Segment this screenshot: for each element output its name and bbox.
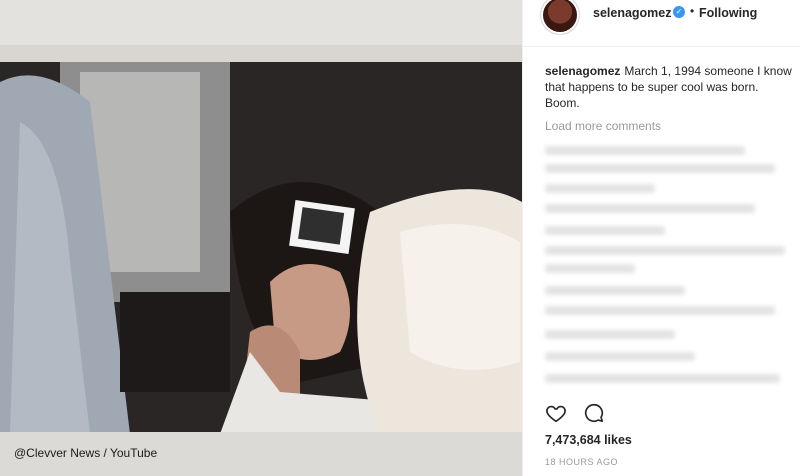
blurred-comment-line bbox=[545, 374, 780, 383]
caption-username[interactable]: selenagomez bbox=[545, 64, 620, 78]
post-header: selenagomez ✓ • Following bbox=[523, 0, 800, 32]
avatar[interactable] bbox=[543, 0, 577, 32]
image-top-border bbox=[0, 0, 522, 45]
verified-badge-icon: ✓ bbox=[673, 6, 685, 18]
watermark-credit: @Clevver News / YouTube bbox=[14, 446, 158, 460]
comment-bubble-icon[interactable] bbox=[583, 402, 605, 424]
blurred-comment-line bbox=[545, 184, 655, 193]
blurred-comment-line bbox=[545, 226, 665, 235]
post-image-pane: @Clevver News / YouTube bbox=[0, 0, 522, 476]
blurred-comment-line bbox=[545, 204, 755, 213]
blurred-comment-line bbox=[545, 286, 685, 295]
post-timestamp: 18 HOURS AGO bbox=[545, 457, 619, 467]
blurred-comment-line bbox=[545, 306, 775, 315]
post-photo[interactable] bbox=[0, 62, 522, 434]
blurred-comment-line bbox=[545, 330, 675, 339]
photo-illustration bbox=[0, 62, 522, 434]
post-sidebar: selenagomez ✓ • Following selenagomez Mar… bbox=[522, 0, 800, 476]
blurred-comment-line bbox=[545, 352, 695, 361]
header-divider bbox=[523, 46, 800, 47]
separator-dot: • bbox=[690, 4, 695, 18]
post-caption: selenagomez March 1, 1994 someone I know … bbox=[545, 63, 795, 111]
following-button[interactable]: Following bbox=[699, 6, 757, 20]
blurred-comment-line bbox=[545, 164, 775, 173]
blurred-comment-line bbox=[545, 264, 635, 273]
load-more-comments-link[interactable]: Load more comments bbox=[545, 119, 661, 133]
blurred-comment-line bbox=[545, 246, 785, 255]
blurred-comment-line bbox=[545, 146, 745, 155]
heart-icon[interactable] bbox=[545, 402, 567, 424]
likes-count[interactable]: 7,473,684 likes bbox=[545, 433, 632, 447]
header-username[interactable]: selenagomez bbox=[593, 6, 672, 20]
